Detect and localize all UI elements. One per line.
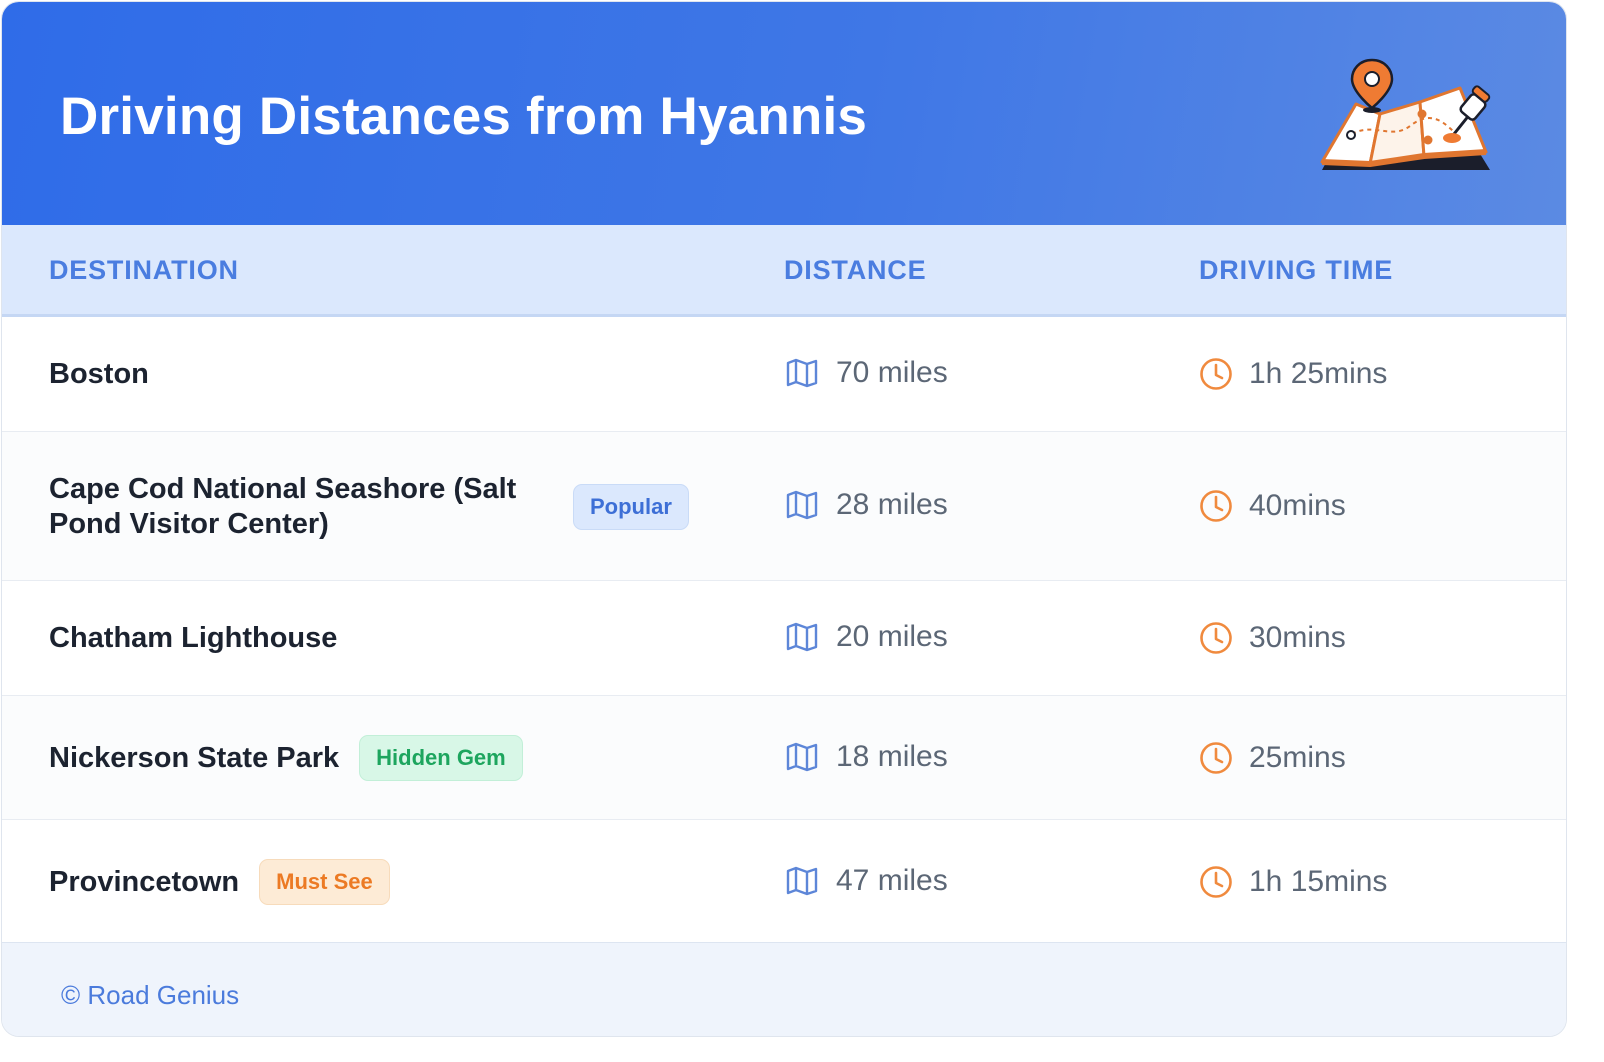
footer-credit: © Road Genius bbox=[61, 980, 240, 1010]
table-header: DESTINATION DISTANCE DRIVING TIME bbox=[2, 225, 1566, 317]
hidden-gem-badge: Hidden Gem bbox=[359, 735, 523, 781]
distance-value: 20 miles bbox=[836, 620, 948, 653]
destination-name: Boston bbox=[49, 358, 149, 390]
clock-icon bbox=[1200, 358, 1232, 390]
distance-cell: 70 miles bbox=[785, 356, 948, 390]
destination-name: Nickerson State Park bbox=[49, 741, 340, 774]
destination-cell: Provincetown Must See bbox=[49, 859, 390, 905]
driving-time-value: 30mins bbox=[1249, 621, 1346, 654]
driving-time-value: 1h 25mins bbox=[1249, 357, 1388, 390]
map-icon bbox=[786, 622, 818, 652]
driving-time-cell: 30mins bbox=[1198, 620, 1346, 656]
card-header: Driving Distances from Hyannis bbox=[2, 2, 1566, 225]
map-icon bbox=[786, 358, 818, 388]
distance-cell: 18 miles bbox=[785, 740, 948, 774]
driving-time-value: 40mins bbox=[1249, 489, 1346, 522]
driving-time-cell: 1h 25mins bbox=[1198, 356, 1387, 392]
distance-value: 28 miles bbox=[836, 488, 948, 521]
table-row: Cape Cod National Seashore (Salt Pond Vi… bbox=[2, 432, 1566, 581]
driving-time-value: 1h 15mins bbox=[1249, 865, 1388, 898]
clock-icon bbox=[1200, 622, 1232, 654]
distance-value: 47 miles bbox=[836, 864, 948, 897]
distance-cell: 20 miles bbox=[785, 620, 948, 654]
table-row: Chatham Lighthouse 20 miles 30mins bbox=[2, 581, 1566, 696]
destination-cell: Chatham Lighthouse bbox=[49, 621, 337, 656]
distance-cell: 47 miles bbox=[785, 864, 948, 898]
clock-icon bbox=[1200, 490, 1232, 522]
map-icon bbox=[786, 490, 818, 520]
distance-card: Driving Distances from Hyannis DESTINATI… bbox=[1, 1, 1567, 1037]
column-header-distance[interactable]: DISTANCE bbox=[784, 255, 926, 286]
destination-cell: Cape Cod National Seashore (Salt Pond Vi… bbox=[49, 472, 689, 542]
distance-value: 18 miles bbox=[836, 740, 948, 773]
table-row: Nickerson State Park Hidden Gem 18 miles… bbox=[2, 696, 1566, 820]
destination-name: Cape Cod National Seashore (Salt Pond Vi… bbox=[49, 473, 517, 540]
driving-time-cell: 40mins bbox=[1198, 488, 1346, 524]
map-icon bbox=[786, 866, 818, 896]
driving-time-cell: 1h 15mins bbox=[1198, 864, 1387, 900]
clock-icon bbox=[1200, 742, 1232, 774]
destination-name: Chatham Lighthouse bbox=[49, 622, 338, 654]
distance-cell: 28 miles bbox=[785, 488, 948, 522]
driving-time-value: 25mins bbox=[1249, 741, 1346, 774]
destination-cell: Nickerson State Park Hidden Gem bbox=[49, 735, 523, 781]
map-icon bbox=[786, 742, 818, 772]
column-header-driving-time[interactable]: DRIVING TIME bbox=[1199, 255, 1393, 286]
map-illustration-icon bbox=[1320, 58, 1491, 170]
destination-name: Provincetown bbox=[49, 865, 240, 898]
card-footer: © Road Genius bbox=[2, 942, 1566, 1036]
destination-cell: Boston bbox=[49, 357, 149, 392]
column-header-destination[interactable]: DESTINATION bbox=[49, 255, 239, 286]
clock-icon bbox=[1200, 866, 1232, 898]
table-row: Boston 70 miles 1h 25mins bbox=[2, 317, 1566, 432]
driving-time-cell: 25mins bbox=[1198, 740, 1346, 776]
popular-badge: Popular bbox=[573, 484, 689, 530]
page-title: Driving Distances from Hyannis bbox=[60, 87, 868, 146]
must-see-badge: Must See bbox=[259, 859, 390, 905]
table-row: Provincetown Must See 47 miles 1h 15mins bbox=[2, 820, 1566, 942]
distance-value: 70 miles bbox=[836, 356, 948, 389]
